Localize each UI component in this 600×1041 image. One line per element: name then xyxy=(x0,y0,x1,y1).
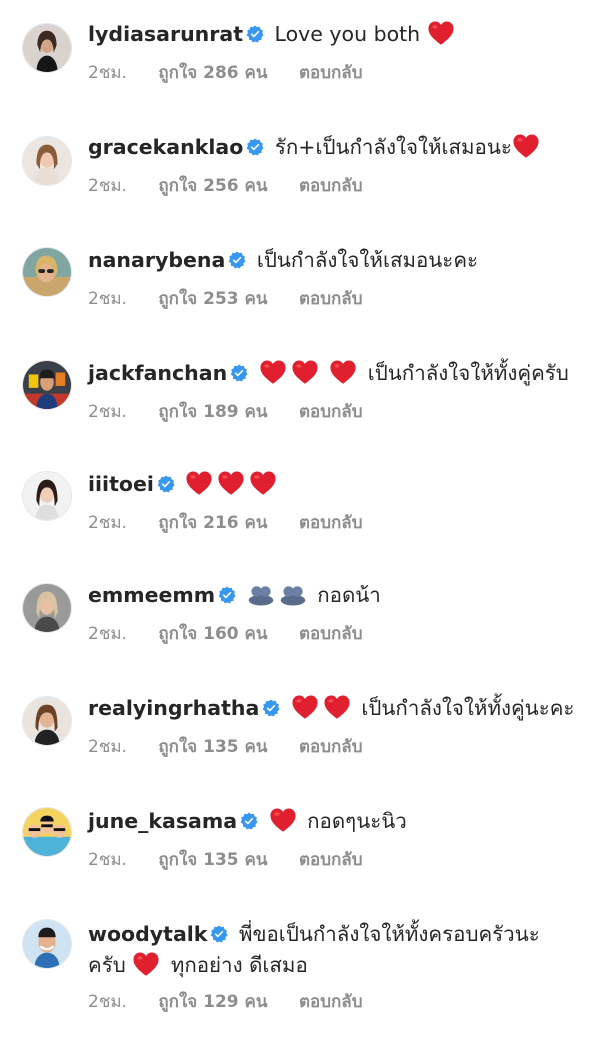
red-heart-icon xyxy=(259,359,287,385)
comment-time: 2ชม. xyxy=(88,624,127,644)
comment-text: เป็นกำลังใจให้ทั้งคู่ครับ xyxy=(367,361,569,385)
like-count[interactable]: ถูกใจ 253 คน xyxy=(158,289,267,309)
red-heart-icon xyxy=(217,470,245,496)
username[interactable]: emmeemm xyxy=(88,583,215,607)
comment-time: 2ชม. xyxy=(88,513,127,533)
comment-text: เป็นกำลังใจให้ทั้งคู่นะคะ xyxy=(361,696,575,720)
avatar[interactable] xyxy=(22,807,72,857)
comment-text: รัก+เป็นกำลังใจให้เสมอนะ xyxy=(274,135,512,159)
comment-text: Love you both xyxy=(274,22,421,46)
like-count[interactable]: ถูกใจ 135 คน xyxy=(158,850,267,870)
people-hugging-icon xyxy=(279,584,307,606)
red-heart-icon xyxy=(427,20,455,46)
woman-sunglasses-avatar-icon xyxy=(23,248,71,296)
avatar[interactable] xyxy=(22,696,72,746)
like-count[interactable]: ถูกใจ 189 คน xyxy=(158,402,267,422)
reply-button[interactable]: ตอบกลับ xyxy=(299,402,363,422)
verified-badge-icon xyxy=(228,251,246,269)
verified-badge-icon xyxy=(246,25,264,43)
man-colorful-avatar-icon xyxy=(23,361,71,409)
red-heart-icon xyxy=(132,951,160,977)
comment-time: 2ชม. xyxy=(88,176,127,196)
like-count[interactable]: ถูกใจ 135 คน xyxy=(158,737,267,757)
people-hugging-icon xyxy=(247,584,275,606)
avatar[interactable] xyxy=(22,919,72,969)
verified-badge-icon xyxy=(262,699,280,717)
red-heart-icon xyxy=(185,470,213,496)
like-count[interactable]: ถูกใจ 160 คน xyxy=(158,624,267,644)
comment-time: 2ชม. xyxy=(88,289,127,309)
comment-time: 2ชม. xyxy=(88,737,127,757)
username[interactable]: iiitoei xyxy=(88,472,154,496)
comment-text: เป็นกำลังใจให้เสมอนะคะ xyxy=(256,248,479,272)
comment-text-continued: ทุกอย่าง ดีเสมอ xyxy=(170,953,308,977)
reply-button[interactable]: ตอบกลับ xyxy=(299,624,363,644)
comment-text: กอดน้า xyxy=(317,583,381,607)
red-heart-icon xyxy=(249,470,277,496)
username[interactable]: nanarybena xyxy=(88,248,225,272)
verified-badge-icon xyxy=(157,475,175,493)
woman-light-avatar-icon xyxy=(23,137,71,185)
reply-button[interactable]: ตอบกลับ xyxy=(299,850,363,870)
red-heart-icon xyxy=(269,807,297,833)
woman-brown-hair-avatar-icon xyxy=(23,697,71,745)
like-count[interactable]: ถูกใจ 129 คน xyxy=(158,992,267,1012)
username[interactable]: jackfanchan xyxy=(88,361,227,385)
avatar[interactable] xyxy=(22,247,72,297)
avatar[interactable] xyxy=(22,471,72,521)
red-heart-icon xyxy=(291,359,319,385)
like-count[interactable]: ถูกใจ 286 คน xyxy=(158,63,267,83)
like-count[interactable]: ถูกใจ 256 คน xyxy=(158,176,267,196)
red-heart-icon xyxy=(512,133,540,159)
username[interactable]: gracekanklao xyxy=(88,135,243,159)
username[interactable]: lydiasarunrat xyxy=(88,22,243,46)
comment-time: 2ชม. xyxy=(88,850,127,870)
verified-badge-icon xyxy=(246,138,264,156)
woman-blonde-avatar-icon xyxy=(23,584,71,632)
like-count[interactable]: ถูกใจ 216 คน xyxy=(158,513,267,533)
comment-text-continued: ครับ xyxy=(88,953,126,977)
avatar[interactable] xyxy=(22,360,72,410)
username[interactable]: realyingrhatha xyxy=(88,696,259,720)
comment-time: 2ชม. xyxy=(88,992,127,1012)
reply-button[interactable]: ตอบกลับ xyxy=(299,176,363,196)
red-heart-icon xyxy=(291,694,319,720)
verified-badge-icon xyxy=(230,364,248,382)
comment-time: 2ชม. xyxy=(88,63,127,83)
woman-black-outfit-avatar-icon xyxy=(23,24,71,72)
username[interactable]: june_kasama xyxy=(88,809,237,833)
reply-button[interactable]: ตอบกลับ xyxy=(299,992,363,1012)
verified-badge-icon xyxy=(240,812,258,830)
avatar[interactable] xyxy=(22,23,72,73)
woman-dark-hair-avatar-icon xyxy=(23,472,71,520)
avatar[interactable] xyxy=(22,583,72,633)
reply-button[interactable]: ตอบกลับ xyxy=(299,63,363,83)
red-heart-icon xyxy=(329,359,357,385)
red-heart-icon xyxy=(323,694,351,720)
comment-text: กอดๆนะนิว xyxy=(307,809,407,833)
reply-button[interactable]: ตอบกลับ xyxy=(299,737,363,757)
reply-button[interactable]: ตอบกลับ xyxy=(299,513,363,533)
verified-badge-icon xyxy=(210,925,228,943)
avatar[interactable] xyxy=(22,136,72,186)
reply-button[interactable]: ตอบกลับ xyxy=(299,289,363,309)
username[interactable]: woodytalk xyxy=(88,922,207,946)
comment-text: พี่ขอเป็นกำลังใจให้ทั้งครอบครัวนะ xyxy=(238,922,540,946)
man-smiling-avatar-icon xyxy=(23,920,71,968)
cartoon-group-avatar-icon xyxy=(23,808,71,856)
comment-time: 2ชม. xyxy=(88,402,127,422)
verified-badge-icon xyxy=(218,586,236,604)
